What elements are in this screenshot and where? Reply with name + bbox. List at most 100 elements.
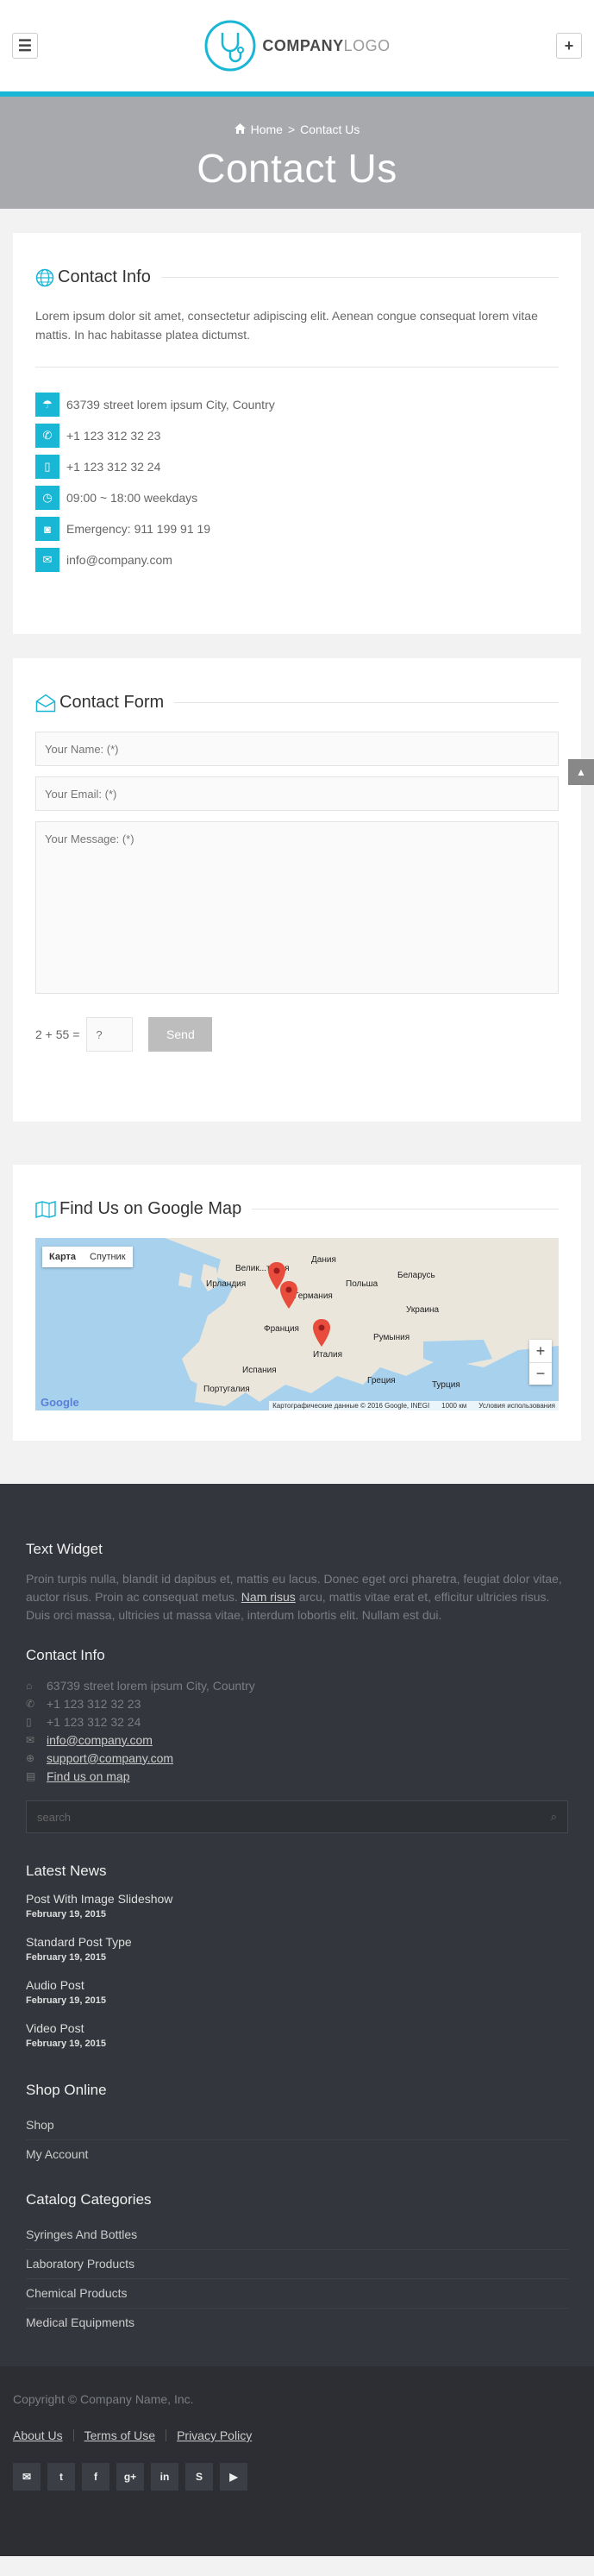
email-link[interactable]: info@company.com (66, 553, 172, 567)
map-label: Польша (346, 1279, 378, 1289)
terms-link[interactable]: Terms of Use (84, 2428, 155, 2442)
map-icon: ▤ (26, 1769, 36, 1782)
contact-info-heading: Contact Info (35, 267, 559, 287)
footer-map-link[interactable]: Find us on map (47, 1769, 130, 1783)
news-item[interactable]: Audio Post February 19, 2015 (26, 1978, 568, 2006)
map-label: Турция (432, 1380, 460, 1390)
mobile-icon: ▯ (26, 1715, 32, 1728)
info-email: ✉ info@company.com (35, 547, 559, 573)
map-tab-map[interactable]: Карта (42, 1247, 83, 1267)
breadcrumb-home-link[interactable]: Home (251, 123, 283, 136)
bottom-links: About Us Terms of Use Privacy Policy (13, 2428, 581, 2442)
text-widget-title: Text Widget (26, 1541, 103, 1557)
envelope-icon: ✉ (26, 1733, 35, 1746)
map-zoom-controls: + − (529, 1340, 552, 1385)
google-plus-icon[interactable]: g+ (116, 2463, 144, 2491)
email-input[interactable] (35, 776, 559, 811)
catalog-item[interactable]: Laboratory Products (26, 2250, 568, 2279)
news-item[interactable]: Video Post February 19, 2015 (26, 2021, 568, 2049)
scroll-to-top-button[interactable]: ▲ (568, 759, 594, 785)
map-label: Португалия (203, 1385, 250, 1394)
map-label: Испания (242, 1366, 277, 1375)
map-marker-icon[interactable] (280, 1281, 297, 1309)
news-item[interactable]: Standard Post Type February 19, 2015 (26, 1935, 568, 1963)
expand-button[interactable]: + (556, 33, 582, 59)
search-input[interactable]: search (37, 1811, 71, 1824)
logo-text-bold: COMPANY (262, 36, 344, 54)
twitter-icon[interactable]: t (47, 2463, 75, 2491)
menu-button[interactable]: ☰ (12, 33, 38, 59)
shop-link[interactable]: Shop (26, 2111, 568, 2140)
site-header: ☰ COMPANYLOGO + (0, 0, 594, 97)
site-footer: Text Widget Proin turpis nulla, blandit … (0, 1484, 594, 2366)
map-terms-link[interactable]: Условия использования (478, 1402, 555, 1410)
support-icon: ⊕ (26, 1751, 35, 1764)
envelope-icon: ✉ (35, 548, 59, 572)
map-tab-satellite[interactable]: Спутник (83, 1247, 132, 1267)
divider (35, 367, 559, 368)
facebook-icon[interactable]: f (82, 2463, 109, 2491)
captcha-input[interactable] (86, 1017, 134, 1052)
latest-news: Latest News Post With Image Slideshow Fe… (26, 1863, 568, 2049)
shop-online: Shop Online Shop My Account (26, 2082, 568, 2169)
zoom-in-button[interactable]: + (529, 1340, 552, 1362)
send-button[interactable]: Send (148, 1017, 213, 1052)
globe-icon (35, 268, 54, 286)
chevron-up-icon: ▲ (576, 766, 586, 778)
envelope-open-icon (35, 694, 56, 712)
search-icon[interactable]: ⌕ (551, 1810, 557, 1824)
title-divider (160, 277, 559, 278)
linkedin-icon[interactable]: in (151, 2463, 178, 2491)
map-pin-icon: ☂ (35, 393, 59, 417)
camera-icon: ◙ (35, 517, 59, 541)
social-links: ✉ t f g+ in S ▶ (13, 2463, 581, 2491)
map-label: Франция (264, 1324, 299, 1334)
footer-search[interactable]: search ⌕ (26, 1800, 568, 1833)
info-phone: ✆ +1 123 312 32 23 (35, 423, 559, 449)
company-logo[interactable]: COMPANYLOGO (203, 19, 390, 72)
link-separator (72, 2429, 74, 2441)
email-icon[interactable]: ✉ (13, 2463, 41, 2491)
skype-icon[interactable]: S (185, 2463, 213, 2491)
phone-icon: ✆ (35, 424, 59, 448)
contact-form-heading: Contact Form (35, 693, 559, 713)
google-map[interactable]: Карта Спутник Ирландия Велик...тания Дан… (35, 1238, 559, 1411)
info-mobile: ▯ +1 123 312 32 24 (35, 454, 559, 480)
shop-online-title: Shop Online (26, 2082, 107, 2098)
contact-info-panel: Contact Info Lorem ipsum dolor sit amet,… (13, 233, 581, 634)
news-item[interactable]: Post With Image Slideshow February 19, 2… (26, 1892, 568, 1919)
title-divider (174, 702, 559, 703)
catalog-item[interactable]: Medical Equipments (26, 2309, 568, 2337)
map-icon (35, 1200, 56, 1218)
youtube-icon[interactable]: ▶ (220, 2463, 247, 2491)
catalog-categories: Catalog Categories Syringes And Bottles … (26, 2191, 568, 2337)
footer-email-link[interactable]: info@company.com (47, 1733, 153, 1747)
nam-risus-link[interactable]: Nam risus (241, 1590, 296, 1604)
mobile-icon: ▯ (35, 455, 59, 479)
clock-icon: ◷ (35, 486, 59, 510)
map-label: Украина (406, 1305, 440, 1315)
my-account-link[interactable]: My Account (26, 2140, 568, 2169)
footer-contact: Contact Info ⌂ 63739 street lorem ipsum C… (26, 1647, 568, 1785)
map-panel: Find Us on Google Map Карта Спутник Ирла… (13, 1165, 581, 1441)
latest-news-title: Latest News (26, 1863, 107, 1879)
map-label: Дания (311, 1255, 336, 1265)
captcha-question: 2 + 55 = (35, 1027, 80, 1041)
home-icon (234, 123, 246, 136)
name-input[interactable] (35, 732, 559, 766)
privacy-link[interactable]: Privacy Policy (177, 2428, 252, 2442)
map-label: Италия (313, 1350, 343, 1360)
map-label: Румыния (373, 1333, 410, 1342)
footer-support-link[interactable]: support@company.com (47, 1751, 173, 1765)
map-marker-icon[interactable] (313, 1319, 330, 1347)
info-hours: ◷ 09:00 ~ 18:00 weekdays (35, 485, 559, 511)
catalog-item[interactable]: Syringes And Bottles (26, 2221, 568, 2250)
footer-contact-title: Contact Info (26, 1647, 105, 1663)
about-us-link[interactable]: About Us (13, 2428, 63, 2442)
page-title: Contact Us (197, 146, 397, 191)
catalog-item[interactable]: Chemical Products (26, 2279, 568, 2309)
message-textarea[interactable] (35, 821, 559, 994)
map-title: Find Us on Google Map (59, 1199, 242, 1218)
map-label: Ирландия (206, 1279, 247, 1289)
zoom-out-button[interactable]: − (529, 1362, 552, 1385)
